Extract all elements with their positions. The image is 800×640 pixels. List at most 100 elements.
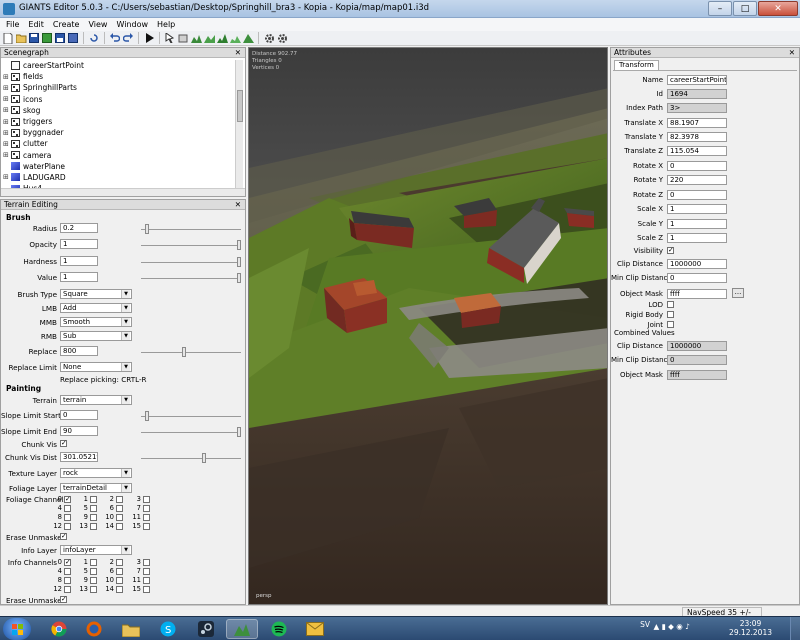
taskbar-skype[interactable]: S — [152, 619, 184, 639]
expand-plus-icon[interactable]: ⊞ — [3, 140, 11, 148]
replace-slider[interactable] — [141, 347, 241, 357]
info-channel-checkbox[interactable] — [90, 568, 97, 575]
expand-plus-icon[interactable]: ⊞ — [3, 95, 11, 103]
replace-field[interactable]: 800 — [60, 346, 98, 356]
foliage-channel-checkbox[interactable]: ✓ — [64, 496, 71, 503]
select-icon[interactable] — [164, 32, 176, 44]
expand-plus-icon[interactable]: ⊞ — [3, 118, 11, 126]
info-channel-checkbox[interactable] — [64, 586, 71, 593]
menu-create[interactable]: Create — [53, 20, 80, 29]
info-channel-checkbox[interactable] — [143, 568, 150, 575]
slope-end-knob[interactable] — [237, 427, 241, 437]
rotate-y-field[interactable]: 220 — [667, 175, 727, 185]
rotate-x-field[interactable]: 0 — [667, 161, 727, 171]
info-layer-select[interactable]: infoLayer — [60, 545, 132, 555]
replace-slider-knob[interactable] — [182, 347, 186, 357]
foliage-channel-checkbox[interactable] — [116, 505, 123, 512]
mmb-select[interactable]: Smooth — [60, 317, 132, 327]
slope-start-slider[interactable] — [141, 411, 241, 421]
clip-distance-field[interactable]: 1000000 — [667, 259, 727, 269]
replace-limit-select[interactable]: None — [60, 362, 132, 372]
scenegraph-close-icon[interactable]: ✕ — [235, 48, 241, 57]
menu-window[interactable]: Window — [116, 20, 148, 29]
scenegraph-item[interactable]: ⊞ fields — [3, 71, 235, 82]
minimize-button[interactable]: – — [708, 1, 732, 16]
slope-start-knob[interactable] — [145, 411, 149, 421]
info-channel-checkbox[interactable] — [116, 568, 123, 575]
scenegraph-item[interactable]: ⊞ camera — [3, 150, 235, 161]
slope-limit-start-field[interactable]: 0 — [60, 410, 98, 420]
tab-transform[interactable]: Transform — [614, 60, 659, 70]
taskbar-firefox[interactable] — [78, 619, 110, 639]
expand-plus-icon[interactable]: ⊞ — [3, 106, 11, 114]
radius-slider-knob[interactable] — [145, 224, 149, 234]
opacity-slider-knob[interactable] — [237, 240, 241, 250]
foliage-channel-checkbox[interactable] — [90, 514, 97, 521]
expand-plus-icon[interactable]: ⊞ — [3, 173, 11, 181]
foliage-channel-checkbox[interactable] — [116, 523, 123, 530]
save-icon[interactable] — [28, 32, 40, 44]
foliage-channel-checkbox[interactable] — [143, 496, 150, 503]
scenegraph-item[interactable]: waterPlane — [3, 161, 235, 172]
scenegraph-item[interactable]: ⊞ skog — [3, 105, 235, 116]
info-channel-checkbox[interactable] — [116, 559, 123, 566]
terrain-select[interactable]: terrain — [60, 395, 132, 405]
settings-gear-2-icon[interactable] — [276, 32, 288, 44]
taskbar-steam[interactable] — [190, 619, 222, 639]
texture-layer-select[interactable]: rock — [60, 468, 132, 478]
menu-view[interactable]: View — [88, 20, 107, 29]
rotate-z-field[interactable]: 0 — [667, 190, 727, 200]
erase-unmasked-2-checkbox[interactable]: ✓ — [60, 596, 67, 603]
rmb-select[interactable]: Sub — [60, 331, 132, 341]
foliage-channel-checkbox[interactable] — [143, 505, 150, 512]
expand-plus-icon[interactable]: ⊞ — [3, 129, 11, 137]
taskbar-chrome[interactable] — [43, 619, 75, 639]
new-file-icon[interactable] — [2, 32, 14, 44]
taskbar-explorer[interactable] — [115, 619, 147, 639]
play-icon[interactable] — [143, 32, 155, 44]
scenegraph-scrollbar[interactable] — [235, 60, 243, 188]
object-mask-field[interactable]: ffff — [667, 289, 727, 299]
lmb-select[interactable]: Add — [60, 303, 132, 313]
info-layer-icon[interactable] — [229, 32, 241, 44]
taskbar-giants-editor[interactable] — [226, 619, 258, 639]
save-all-icon[interactable] — [67, 32, 79, 44]
scale-y-field[interactable]: 1 — [667, 219, 727, 229]
opacity-field[interactable]: 1 — [60, 239, 98, 249]
foliage-channel-checkbox[interactable] — [143, 514, 150, 521]
joint-checkbox[interactable] — [667, 321, 674, 328]
scenegraph-item[interactable]: ⊞ LADUGARD — [3, 172, 235, 183]
foliage-channel-checkbox[interactable] — [64, 505, 71, 512]
terrain-paint-icon[interactable] — [203, 32, 215, 44]
hardness-field[interactable]: 1 — [60, 256, 98, 266]
height-icon[interactable] — [242, 32, 254, 44]
reload-icon[interactable] — [88, 32, 100, 44]
redo-icon[interactable] — [122, 32, 134, 44]
expand-plus-icon[interactable]: ⊞ — [3, 73, 11, 81]
menu-edit[interactable]: Edit — [28, 20, 44, 29]
radius-field[interactable]: 0.2 — [60, 223, 98, 233]
tray-icons[interactable]: ▲ ▮ ◆ ◉ ♪ — [653, 622, 690, 631]
terrain-close-icon[interactable]: ✕ — [235, 200, 241, 209]
open-file-icon[interactable] — [15, 32, 27, 44]
undo-icon[interactable] — [109, 32, 121, 44]
slope-limit-end-field[interactable]: 90 — [60, 426, 98, 436]
foliage-paint-icon[interactable] — [216, 32, 228, 44]
3d-viewport[interactable]: Distance 902.77 Triangles 0 Vertices 0 p… — [248, 47, 608, 605]
menu-file[interactable]: File — [6, 20, 19, 29]
maximize-button[interactable]: □ — [733, 1, 757, 16]
language-indicator[interactable]: SV — [640, 620, 650, 629]
foliage-channel-checkbox[interactable] — [90, 505, 97, 512]
foliage-channel-checkbox[interactable] — [90, 523, 97, 530]
info-channel-checkbox[interactable] — [64, 577, 71, 584]
lod-checkbox[interactable] — [667, 301, 674, 308]
scrollbar-thumb[interactable] — [237, 90, 243, 122]
terrain-sculpt-icon[interactable] — [190, 32, 202, 44]
value-field[interactable]: 1 — [60, 272, 98, 282]
translate-x-field[interactable]: 88.1907 — [667, 118, 727, 128]
foliage-channel-checkbox[interactable] — [64, 523, 71, 530]
brush-type-select[interactable]: Square — [60, 289, 132, 299]
chunk-vis-checkbox[interactable]: ✓ — [60, 440, 67, 447]
foliage-channel-checkbox[interactable] — [143, 523, 150, 530]
opacity-slider[interactable] — [141, 240, 241, 250]
